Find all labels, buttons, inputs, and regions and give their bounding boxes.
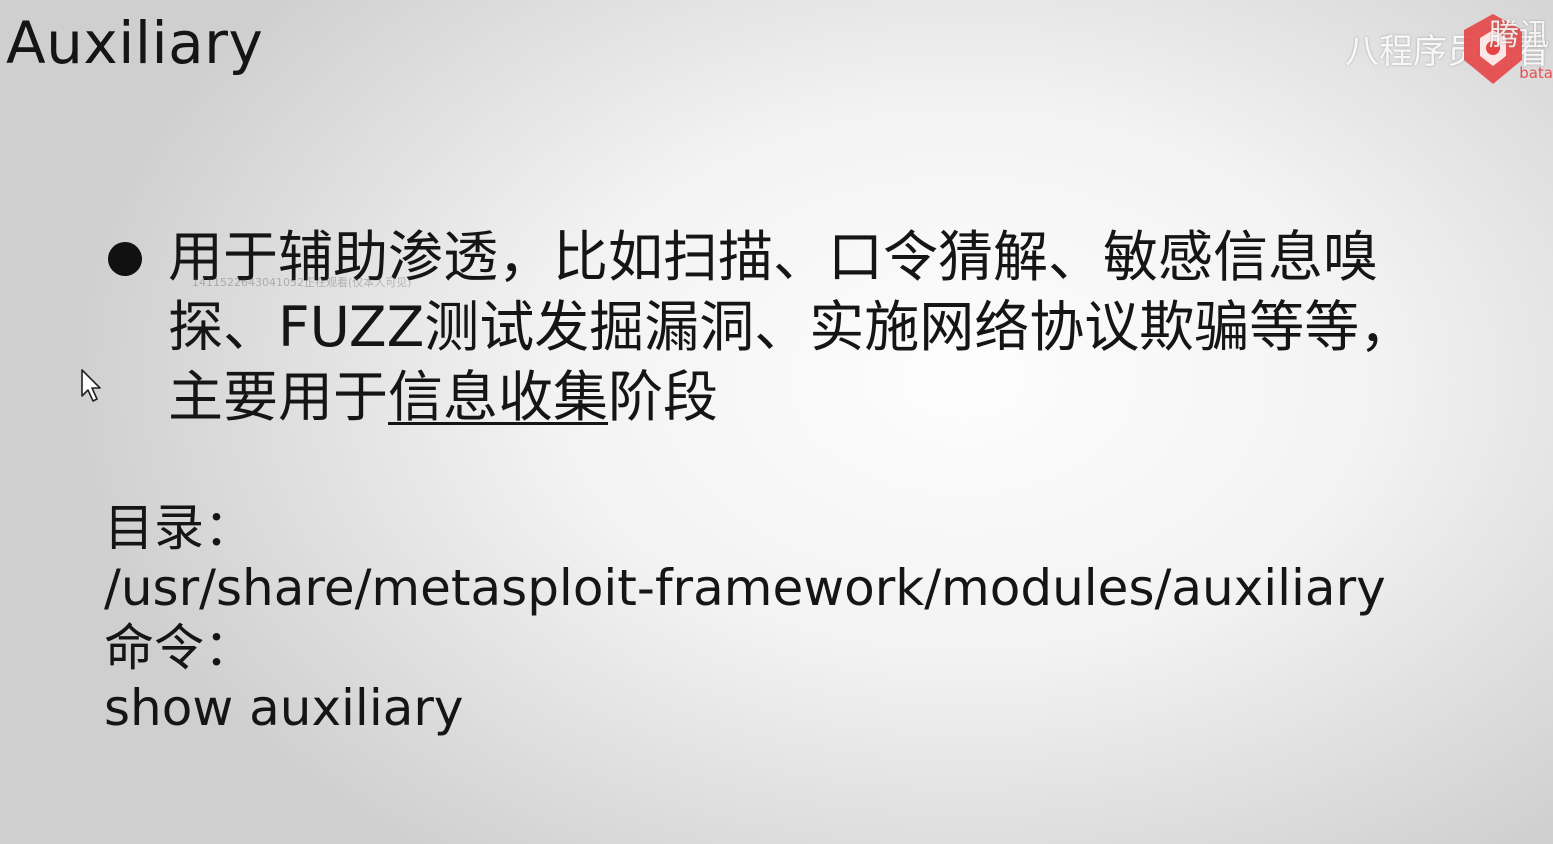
directory-path: /usr/share/metasploit-framework/modules/… <box>104 559 1386 617</box>
mouse-cursor-icon <box>80 368 104 408</box>
command-label: 命令： <box>104 619 254 677</box>
bullet-line-2: 探、FUZZ测试发掘漏洞、实施网络协议欺骗等等， <box>168 295 1415 359</box>
watermark-brand-text: 腾讯 <box>1489 18 1549 53</box>
video-watermark: 八程序员看看 腾讯 bata <box>1293 0 1553 100</box>
info-block: 目录： /usr/share/metasploit-framework/modu… <box>104 498 1504 738</box>
command-value: show auxiliary <box>104 679 464 737</box>
bullet-text: 用于辅助渗透，比如扫描、口令猜解、敏感信息嗅 探、FUZZ测试发掘漏洞、实施网络… <box>168 222 1448 432</box>
presentation-slide: Auxiliary 用于辅助渗透，比如扫描、口令猜解、敏感信息嗅 探、FUZZ测… <box>0 0 1553 844</box>
bullet-line-3-suffix: 阶段 <box>608 365 719 429</box>
bullet-line-3: 主要用于信息收集阶段 <box>168 362 1448 432</box>
slide-title: Auxiliary <box>6 9 264 77</box>
bullet-dot-icon <box>108 242 142 276</box>
watermark-brand-sub: bata <box>1519 64 1553 82</box>
viewer-overlay-text: 1411522643041052正在观看(仅本人可见) <box>192 276 412 289</box>
directory-label: 目录： <box>104 499 254 557</box>
underlined-phrase: 信息收集 <box>388 365 609 429</box>
bullet-line-3-prefix: 主要用于 <box>168 365 389 429</box>
